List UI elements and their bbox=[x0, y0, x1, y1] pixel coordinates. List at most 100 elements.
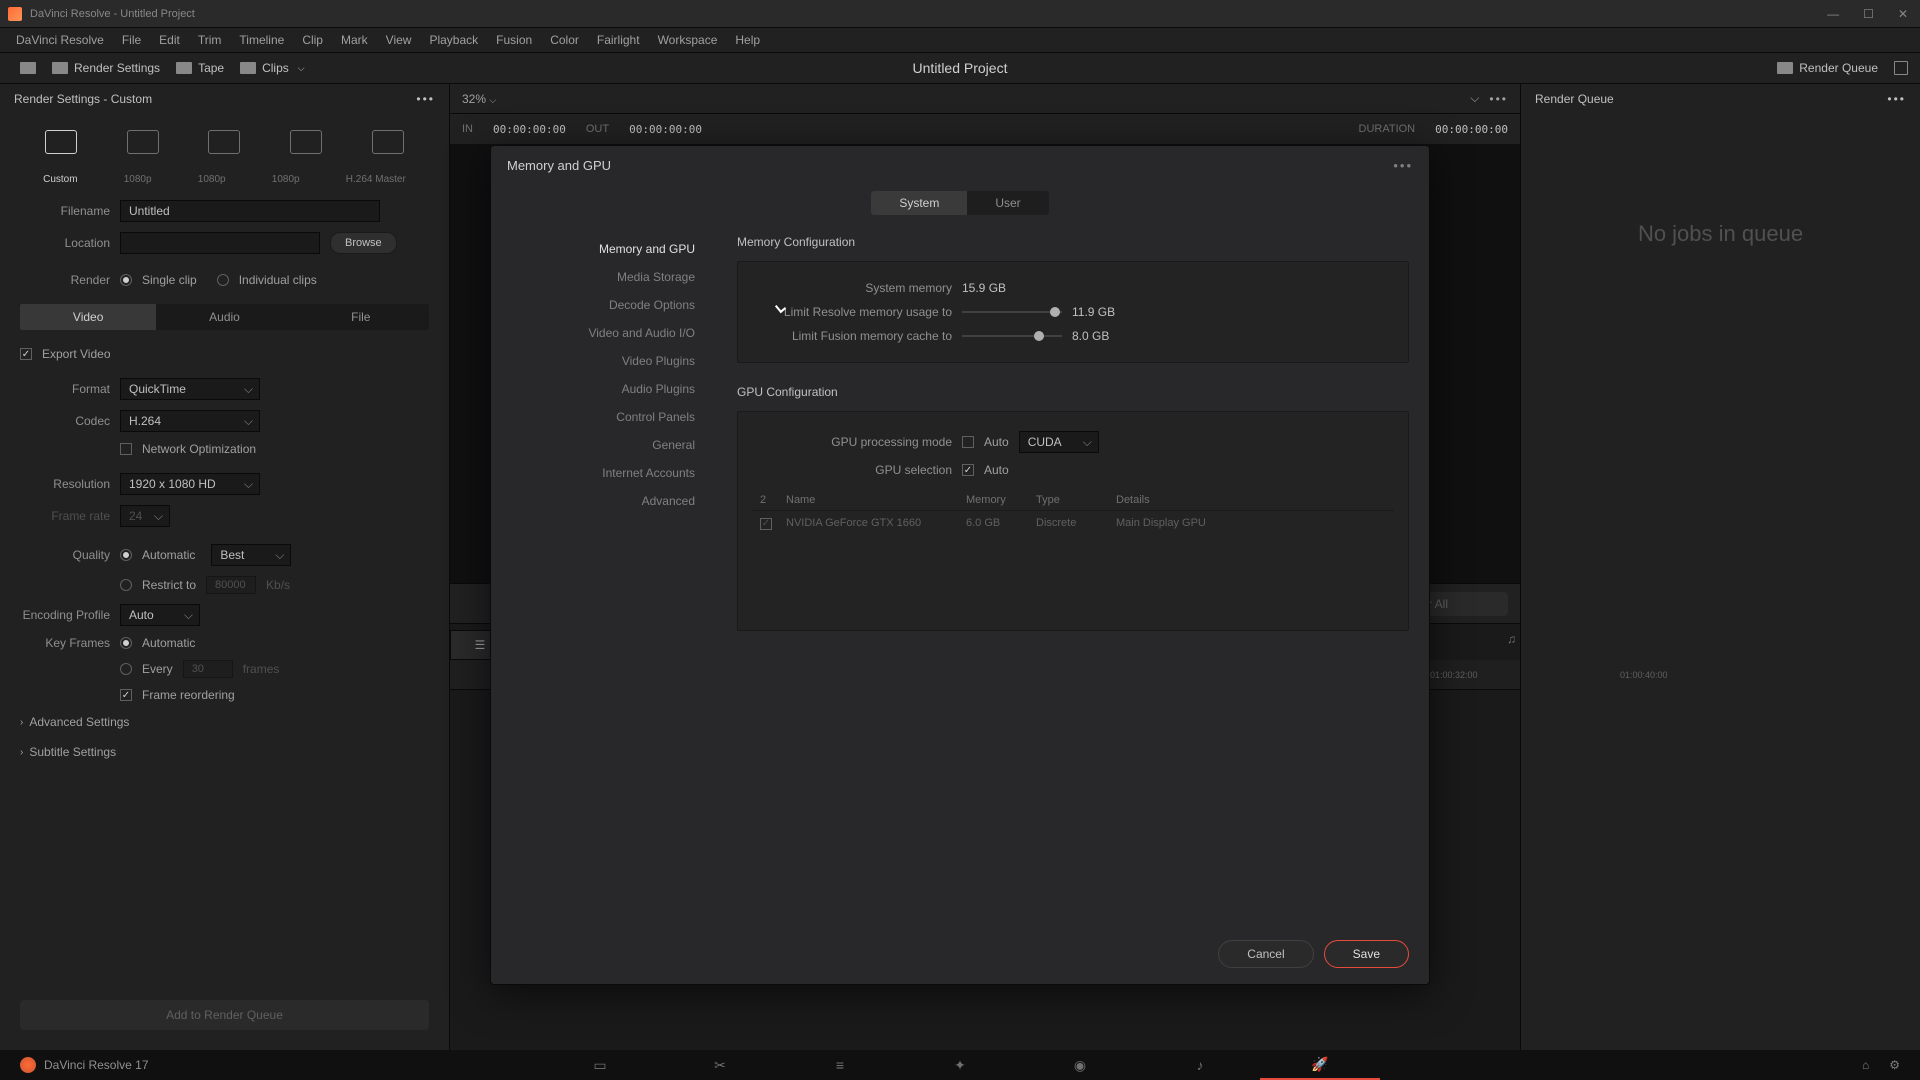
minimize-button[interactable]: — bbox=[1823, 7, 1843, 21]
duration-timecode: 00:00:00:00 bbox=[1435, 123, 1508, 136]
gpu-mode-select[interactable]: CUDA bbox=[1019, 431, 1099, 453]
render-settings-button[interactable]: Render Settings bbox=[44, 57, 168, 79]
render-queue-panel: Render Queue ••• No jobs in queue bbox=[1520, 84, 1920, 1050]
codec-select[interactable]: H.264 bbox=[120, 410, 260, 432]
menu-timeline[interactable]: Timeline bbox=[231, 30, 292, 50]
media-page-icon[interactable]: ▭ bbox=[540, 1050, 660, 1080]
menu-playback[interactable]: Playback bbox=[421, 30, 486, 50]
tape-button[interactable]: Tape bbox=[168, 57, 232, 79]
tab-video[interactable]: Video bbox=[20, 304, 156, 330]
modal-tabs: System User bbox=[871, 191, 1048, 215]
edit-page-icon[interactable]: ≡ bbox=[780, 1050, 900, 1080]
prefs-item-decode-options[interactable]: Decode Options bbox=[491, 291, 717, 319]
menu-fusion[interactable]: Fusion bbox=[488, 30, 540, 50]
browse-button[interactable]: Browse bbox=[330, 232, 397, 254]
subtitle-settings-expand[interactable]: ›Subtitle Settings bbox=[0, 737, 449, 767]
in-timecode[interactable]: 00:00:00:00 bbox=[493, 123, 566, 136]
out-timecode[interactable]: 00:00:00:00 bbox=[629, 123, 702, 136]
individual-clips-radio[interactable] bbox=[217, 274, 229, 286]
gpu-mode-auto-checkbox[interactable] bbox=[962, 436, 974, 448]
location-label: Location bbox=[20, 236, 110, 250]
preset-h264[interactable] bbox=[372, 130, 404, 154]
resolution-select[interactable]: 1920 x 1080 HD bbox=[120, 473, 260, 495]
close-button[interactable]: ✕ bbox=[1894, 7, 1912, 21]
prefs-item-video-plugins[interactable]: Video Plugins bbox=[491, 347, 717, 375]
limit-resolve-slider[interactable] bbox=[962, 311, 1062, 313]
add-to-queue-button[interactable]: Add to Render Queue bbox=[20, 1000, 429, 1030]
fusion-page-icon[interactable]: ✦ bbox=[900, 1050, 1020, 1080]
color-page-icon[interactable]: ◉ bbox=[1020, 1050, 1140, 1080]
maximize-button[interactable]: ☐ bbox=[1859, 7, 1878, 21]
panel-menu-icon[interactable]: ••• bbox=[416, 92, 435, 106]
cut-page-icon[interactable]: ✂ bbox=[660, 1050, 780, 1080]
clips-dropdown[interactable]: Clips⌵ bbox=[232, 57, 313, 79]
menu-clip[interactable]: Clip bbox=[294, 30, 331, 50]
sys-mem-value: 15.9 GB bbox=[962, 281, 1006, 295]
user-tab[interactable]: User bbox=[967, 191, 1048, 215]
cancel-button[interactable]: Cancel bbox=[1218, 940, 1313, 968]
single-clip-radio[interactable] bbox=[120, 274, 132, 286]
preset-custom[interactable] bbox=[45, 130, 77, 154]
prefs-item-video-and-audio-i-o[interactable]: Video and Audio I/O bbox=[491, 319, 717, 347]
menu-davinci-resolve[interactable]: DaVinci Resolve bbox=[8, 30, 112, 50]
menu-help[interactable]: Help bbox=[727, 30, 768, 50]
restrict-unit: Kb/s bbox=[266, 578, 290, 592]
prefs-item-advanced[interactable]: Advanced bbox=[491, 487, 717, 515]
menu-mark[interactable]: Mark bbox=[333, 30, 376, 50]
menu-file[interactable]: File bbox=[114, 30, 149, 50]
limit-fusion-slider[interactable] bbox=[962, 335, 1062, 337]
export-video-checkbox[interactable] bbox=[20, 348, 32, 360]
prefs-item-media-storage[interactable]: Media Storage bbox=[491, 263, 717, 291]
gpu-row-checkbox bbox=[760, 518, 772, 530]
preset-sub-label: H.264 Master bbox=[346, 174, 406, 185]
deliver-page-icon[interactable]: 🚀 bbox=[1260, 1050, 1380, 1080]
menu-fairlight[interactable]: Fairlight bbox=[589, 30, 648, 50]
encprof-select[interactable]: Auto bbox=[120, 604, 200, 626]
kf-auto-radio[interactable] bbox=[120, 637, 132, 649]
menu-view[interactable]: View bbox=[378, 30, 420, 50]
prefs-item-control-panels[interactable]: Control Panels bbox=[491, 403, 717, 431]
network-opt-checkbox[interactable] bbox=[120, 443, 132, 455]
system-tab[interactable]: System bbox=[871, 191, 967, 215]
gpu-sel-label: GPU selection bbox=[752, 463, 952, 477]
audio-icon[interactable]: ♫ bbox=[1507, 632, 1516, 646]
fairlight-page-icon[interactable]: ♪ bbox=[1140, 1050, 1260, 1080]
filename-input[interactable] bbox=[120, 200, 380, 222]
tape-label: Tape bbox=[198, 61, 224, 75]
viewer-menu-icon[interactable]: ••• bbox=[1489, 92, 1508, 106]
restrict-radio[interactable] bbox=[120, 579, 132, 591]
expand-icon[interactable] bbox=[1894, 61, 1908, 75]
prefs-item-general[interactable]: General bbox=[491, 431, 717, 459]
kf-every-radio[interactable] bbox=[120, 663, 132, 675]
render-queue-button[interactable]: Render Queue bbox=[1769, 57, 1886, 79]
prefs-item-memory-and-gpu[interactable]: Memory and GPU bbox=[491, 235, 717, 263]
queue-menu-icon[interactable]: ••• bbox=[1887, 92, 1906, 106]
gpu-sel-auto-checkbox[interactable] bbox=[962, 464, 974, 476]
modal-menu-icon[interactable]: ••• bbox=[1393, 158, 1413, 173]
preset-youtube[interactable] bbox=[127, 130, 159, 154]
zoom-dropdown[interactable]: 32% ⌵ bbox=[462, 92, 496, 106]
frame-reorder-checkbox[interactable] bbox=[120, 689, 132, 701]
menu-trim[interactable]: Trim bbox=[190, 30, 230, 50]
prefs-item-audio-plugins[interactable]: Audio Plugins bbox=[491, 375, 717, 403]
menu-color[interactable]: Color bbox=[542, 30, 587, 50]
home-icon[interactable]: ⌂ bbox=[1862, 1058, 1869, 1072]
advanced-settings-expand[interactable]: ›Advanced Settings bbox=[0, 707, 449, 737]
settings-gear-icon[interactable]: ⚙ bbox=[1889, 1058, 1900, 1072]
location-input[interactable] bbox=[120, 232, 320, 254]
tab-file[interactable]: File bbox=[293, 304, 429, 330]
tab-audio[interactable]: Audio bbox=[156, 304, 292, 330]
quick-export-button[interactable] bbox=[12, 58, 44, 78]
quality-select[interactable]: Best bbox=[211, 544, 291, 566]
format-select[interactable]: QuickTime bbox=[120, 378, 260, 400]
quality-label: Quality bbox=[20, 548, 110, 562]
quality-auto-radio[interactable] bbox=[120, 549, 132, 561]
menu-edit[interactable]: Edit bbox=[151, 30, 188, 50]
preset-vimeo[interactable] bbox=[208, 130, 240, 154]
preset-twitter[interactable] bbox=[290, 130, 322, 154]
gpu-row[interactable]: NVIDIA GeForce GTX 1660 6.0 GB Discrete … bbox=[752, 511, 1394, 536]
menu-workspace[interactable]: Workspace bbox=[650, 30, 726, 50]
save-button[interactable]: Save bbox=[1324, 940, 1409, 968]
viewer-options-dropdown[interactable]: ⌵ bbox=[1470, 91, 1479, 106]
prefs-item-internet-accounts[interactable]: Internet Accounts bbox=[491, 459, 717, 487]
